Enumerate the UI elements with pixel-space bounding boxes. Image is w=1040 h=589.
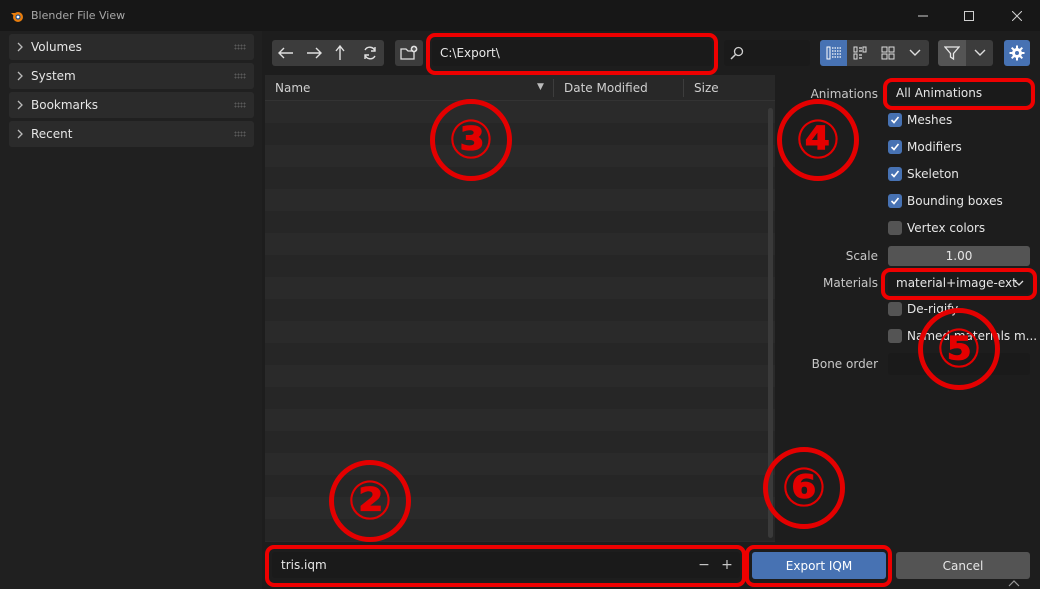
annotation-circle-4: ④ xyxy=(777,99,859,181)
title-bar: Blender File View xyxy=(0,0,1040,31)
highlight-filename-field xyxy=(265,545,746,587)
arrow-right-icon xyxy=(307,47,322,59)
sidebar-item-bookmarks[interactable]: Bookmarks xyxy=(9,92,254,118)
display-horizontal-list-button[interactable] xyxy=(847,40,874,66)
checkmark-icon xyxy=(890,197,900,205)
highlight-export-button xyxy=(745,545,892,587)
vertical-list-icon xyxy=(826,46,841,60)
close-icon xyxy=(1012,10,1022,21)
vertex-colors-label: Vertex colors xyxy=(907,221,986,235)
checkbox-checked[interactable] xyxy=(888,167,902,181)
bounding-boxes-label: Bounding boxes xyxy=(907,194,1003,208)
display-mode-dropdown[interactable] xyxy=(901,40,929,66)
sidebar-item-label: System xyxy=(31,69,76,83)
cancel-button[interactable]: Cancel xyxy=(896,552,1030,579)
annotation-circle-5: ⑤ xyxy=(918,308,1000,390)
arrow-left-icon xyxy=(278,47,293,59)
close-button[interactable] xyxy=(994,0,1040,31)
minimize-icon xyxy=(918,15,928,16)
cancel-button-label: Cancel xyxy=(942,558,984,573)
checkmark-icon xyxy=(890,143,900,151)
chevron-right-icon xyxy=(9,100,31,110)
modifiers-checkbox-row[interactable]: Modifiers xyxy=(888,138,962,156)
refresh-icon xyxy=(364,46,376,60)
sidebar-item-label: Bookmarks xyxy=(31,98,99,112)
chevron-right-icon xyxy=(9,42,31,52)
sidebar-item-label: Recent xyxy=(31,127,73,141)
minimize-button[interactable] xyxy=(900,0,946,31)
drag-grip-icon[interactable] xyxy=(234,73,246,79)
search-icon xyxy=(730,46,744,60)
checkmark-icon xyxy=(890,116,900,124)
sidebar-item-volumes[interactable]: Volumes xyxy=(9,34,254,60)
skeleton-checkbox-row[interactable]: Skeleton xyxy=(888,165,959,183)
window-title: Blender File View xyxy=(31,9,126,22)
scale-value: 1.00 xyxy=(945,249,973,263)
modifiers-label: Modifiers xyxy=(907,140,962,154)
forward-button[interactable] xyxy=(300,40,328,66)
drag-grip-icon[interactable] xyxy=(234,131,246,137)
column-header-name[interactable]: Name xyxy=(275,81,310,95)
bounding-boxes-checkbox-row[interactable]: Bounding boxes xyxy=(888,192,1003,210)
filter-toggle-button[interactable] xyxy=(938,40,966,66)
checkbox-checked[interactable] xyxy=(888,194,902,208)
column-header-size[interactable]: Size xyxy=(694,81,719,95)
meshes-checkbox-row[interactable]: Meshes xyxy=(888,111,952,129)
bone-order-label: Bone order xyxy=(811,357,878,371)
meshes-label: Meshes xyxy=(907,113,953,127)
scale-label: Scale xyxy=(845,249,878,263)
materials-label: Materials xyxy=(822,276,878,290)
vertex-colors-checkbox-row[interactable]: Vertex colors xyxy=(888,219,985,237)
chevron-right-icon xyxy=(9,71,31,81)
annotation-circle-6: ⑥ xyxy=(763,447,845,529)
checkbox-checked[interactable] xyxy=(888,140,902,154)
skeleton-label: Skeleton xyxy=(907,167,959,181)
checkbox-unchecked[interactable] xyxy=(888,329,902,343)
sidebar-item-system[interactable]: System xyxy=(9,63,254,89)
blender-logo-icon xyxy=(11,11,23,22)
drag-grip-icon[interactable] xyxy=(234,44,246,50)
filter-funnel-icon xyxy=(944,46,960,61)
annotation-circle-2: ② xyxy=(329,460,411,542)
file-list-header: Name ▼ Date Modified Size xyxy=(265,75,775,101)
highlight-materials-dropdown xyxy=(881,268,1037,300)
maximize-button[interactable] xyxy=(946,0,992,31)
filter-search-input[interactable] xyxy=(724,40,810,66)
arrow-up-icon xyxy=(335,45,345,60)
highlight-path-field xyxy=(426,33,718,75)
annotation-circle-3: ③ xyxy=(430,99,512,181)
checkmark-icon xyxy=(890,170,900,178)
column-header-date-modified[interactable]: Date Modified xyxy=(564,81,648,95)
checkbox-unchecked[interactable] xyxy=(888,221,902,235)
checkbox-unchecked[interactable] xyxy=(888,302,902,316)
checkbox-checked[interactable] xyxy=(888,113,902,127)
maximize-icon xyxy=(964,10,974,21)
sidebar-item-label: Volumes xyxy=(31,40,82,54)
scale-number-field[interactable]: 1.00 xyxy=(888,246,1030,266)
chevron-down-icon xyxy=(974,49,985,56)
chevron-right-icon xyxy=(9,129,31,139)
new-folder-icon xyxy=(400,45,418,60)
chevron-down-icon xyxy=(909,49,921,56)
resize-chevron-up-icon[interactable] xyxy=(1008,579,1020,587)
parent-directory-button[interactable] xyxy=(328,40,356,66)
highlight-animations-field xyxy=(883,78,1035,110)
gear-icon xyxy=(1009,45,1025,61)
sort-descending-icon[interactable]: ▼ xyxy=(537,82,544,92)
sidebar-item-recent[interactable]: Recent xyxy=(9,121,254,147)
display-vertical-list-button[interactable] xyxy=(820,40,847,66)
display-thumbnails-button[interactable] xyxy=(874,40,901,66)
thumbnails-icon xyxy=(881,46,894,60)
settings-toggle-button[interactable] xyxy=(1004,40,1030,66)
horizontal-list-icon xyxy=(853,46,866,60)
drag-grip-icon[interactable] xyxy=(234,102,246,108)
refresh-button[interactable] xyxy=(356,40,384,66)
new-folder-button[interactable] xyxy=(395,40,423,66)
column-divider[interactable] xyxy=(553,79,554,97)
filter-options-dropdown[interactable] xyxy=(966,40,993,66)
column-divider[interactable] xyxy=(683,79,684,97)
back-button[interactable] xyxy=(272,40,300,66)
